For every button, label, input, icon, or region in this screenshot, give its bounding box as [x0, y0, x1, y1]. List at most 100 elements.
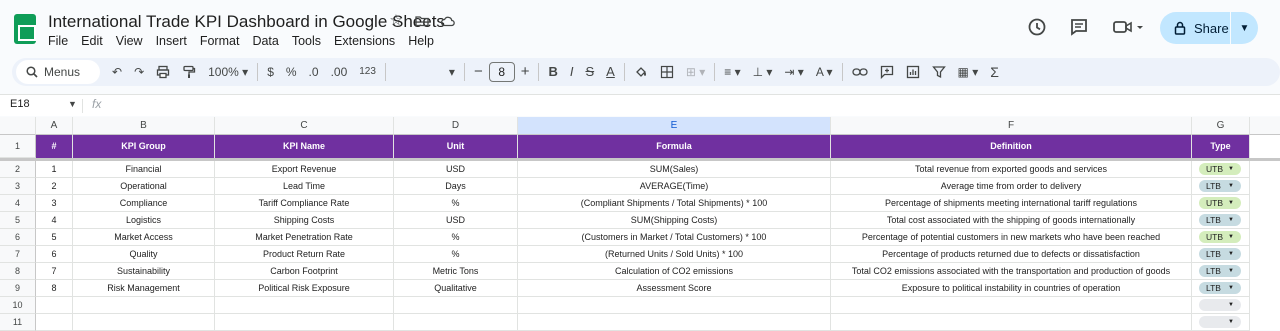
table-cell-e3[interactable]: AVERAGE(Time) [518, 178, 831, 195]
table-cell-d11[interactable] [394, 314, 518, 331]
move-folder-icon[interactable] [414, 13, 430, 29]
table-cell-a5[interactable]: 4 [36, 212, 73, 229]
type-dropdown-chip[interactable]: LTB ▼ [1199, 214, 1241, 226]
table-cell-c5[interactable]: Shipping Costs [215, 212, 394, 229]
decrease-decimal-button[interactable]: .0 [303, 60, 325, 84]
menu-view[interactable]: View [116, 34, 143, 48]
type-dropdown-chip[interactable]: UTB ▼ [1199, 197, 1241, 209]
star-icon[interactable]: ☆ [388, 13, 404, 29]
paint-format-icon[interactable] [176, 60, 202, 84]
table-cell-d5[interactable]: USD [394, 212, 518, 229]
row-header-6[interactable]: 6 [0, 229, 36, 246]
table-cell-d6[interactable]: % [394, 229, 518, 246]
insert-comment-icon[interactable] [874, 60, 900, 84]
column-header-g[interactable]: G [1192, 117, 1250, 135]
table-cell-d9[interactable]: Qualitative [394, 280, 518, 297]
table-cell-f5[interactable]: Total cost associated with the shipping … [831, 212, 1192, 229]
menu-data[interactable]: Data [252, 34, 278, 48]
sheets-logo-icon[interactable] [14, 14, 36, 44]
table-cell-g5[interactable]: LTB ▼ [1192, 212, 1250, 229]
table-cell-d2[interactable]: USD [394, 161, 518, 178]
table-cell-b8[interactable]: Sustainability [73, 263, 215, 280]
table-cell-f9[interactable]: Exposure to political instability in cou… [831, 280, 1192, 297]
table-cell-c10[interactable] [215, 297, 394, 314]
table-cell-g10[interactable]: ▼ [1192, 297, 1250, 314]
header-cell-b[interactable]: KPI Group [73, 135, 215, 158]
column-header-e[interactable]: E [518, 117, 831, 135]
table-cell-g7[interactable]: LTB ▼ [1192, 246, 1250, 263]
font-size-decrease-button[interactable]: − [468, 60, 489, 84]
table-cell-c3[interactable]: Lead Time [215, 178, 394, 195]
row-header-2[interactable]: 2 [0, 161, 36, 178]
menu-insert[interactable]: Insert [156, 34, 187, 48]
chip-dropdown-icon[interactable]: ▼ [1228, 316, 1234, 328]
row-header-7[interactable]: 7 [0, 246, 36, 263]
table-cell-f10[interactable] [831, 297, 1192, 314]
table-cell-f8[interactable]: Total CO2 emissions associated with the … [831, 263, 1192, 280]
row-header-3[interactable]: 3 [0, 178, 36, 195]
type-dropdown-chip[interactable]: LTB ▼ [1199, 265, 1241, 277]
strikethrough-button[interactable]: S [579, 60, 600, 84]
share-dropdown-icon[interactable]: ▼ [1231, 23, 1258, 34]
table-cell-a6[interactable]: 5 [36, 229, 73, 246]
document-title[interactable]: International Trade KPI Dashboard in Goo… [48, 12, 445, 32]
currency-format-button[interactable]: $ [261, 60, 280, 84]
table-cell-a4[interactable]: 3 [36, 195, 73, 212]
table-cell-f2[interactable]: Total revenue from exported goods and se… [831, 161, 1192, 178]
table-cell-c6[interactable]: Market Penetration Rate [215, 229, 394, 246]
table-cell-b11[interactable] [73, 314, 215, 331]
header-cell-c[interactable]: KPI Name [215, 135, 394, 158]
menu-help[interactable]: Help [408, 34, 434, 48]
chip-dropdown-icon[interactable]: ▼ [1228, 248, 1234, 260]
column-header-d[interactable]: D [394, 117, 518, 135]
row-header-5[interactable]: 5 [0, 212, 36, 229]
zoom-select[interactable]: 100% ▾ [202, 60, 254, 84]
chip-dropdown-icon[interactable]: ▼ [1228, 180, 1234, 192]
vertical-align-icon[interactable]: ⊥ ▾ [747, 60, 779, 84]
select-all-corner[interactable] [0, 117, 36, 135]
table-cell-d8[interactable]: Metric Tons [394, 263, 518, 280]
type-dropdown-chip[interactable]: ▼ [1199, 316, 1241, 328]
table-cell-c8[interactable]: Carbon Footprint [215, 263, 394, 280]
table-cell-c2[interactable]: Export Revenue [215, 161, 394, 178]
share-button[interactable]: Share ▼ [1160, 12, 1258, 44]
table-cell-c9[interactable]: Political Risk Exposure [215, 280, 394, 297]
italic-button[interactable]: I [564, 60, 580, 84]
table-cell-a7[interactable]: 6 [36, 246, 73, 263]
table-cell-a10[interactable] [36, 297, 73, 314]
table-cell-b9[interactable]: Risk Management [73, 280, 215, 297]
font-size-increase-button[interactable]: + [515, 60, 536, 84]
table-cell-c4[interactable]: Tariff Compliance Rate [215, 195, 394, 212]
table-cell-f4[interactable]: Percentage of shipments meeting internat… [831, 195, 1192, 212]
table-cell-e2[interactable]: SUM(Sales) [518, 161, 831, 178]
header-cell-d[interactable]: Unit [394, 135, 518, 158]
header-cell-e[interactable]: Formula [518, 135, 831, 158]
type-dropdown-chip[interactable]: UTB ▼ [1199, 231, 1241, 243]
cloud-status-icon[interactable] [440, 13, 456, 29]
table-cell-g8[interactable]: LTB ▼ [1192, 263, 1250, 280]
fill-color-icon[interactable] [628, 60, 654, 84]
table-cell-e9[interactable]: Assessment Score [518, 280, 831, 297]
row-header-10[interactable]: 10 [0, 297, 36, 314]
text-rotation-icon[interactable]: A ▾ [810, 60, 839, 84]
table-cell-a3[interactable]: 2 [36, 178, 73, 195]
menus-search[interactable]: Menus [16, 60, 100, 84]
filter-views-icon[interactable]: ▦ ▾ [952, 60, 985, 84]
menu-format[interactable]: Format [200, 34, 240, 48]
table-cell-f3[interactable]: Average time from order to delivery [831, 178, 1192, 195]
table-cell-b2[interactable]: Financial [73, 161, 215, 178]
table-cell-e4[interactable]: (Compliant Shipments / Total Shipments) … [518, 195, 831, 212]
table-cell-e10[interactable] [518, 297, 831, 314]
table-cell-f7[interactable]: Percentage of products returned due to d… [831, 246, 1192, 263]
header-cell-f[interactable]: Definition [831, 135, 1192, 158]
chip-dropdown-icon[interactable]: ▼ [1228, 214, 1234, 226]
table-cell-e11[interactable] [518, 314, 831, 331]
percent-format-button[interactable]: % [280, 60, 303, 84]
table-cell-d7[interactable]: % [394, 246, 518, 263]
undo-icon[interactable]: ↶ [106, 60, 128, 84]
menu-edit[interactable]: Edit [81, 34, 103, 48]
table-cell-g11[interactable]: ▼ [1192, 314, 1250, 331]
chip-dropdown-icon[interactable]: ▼ [1228, 299, 1234, 311]
number-format-button[interactable]: 123 [353, 60, 382, 84]
table-cell-a8[interactable]: 7 [36, 263, 73, 280]
